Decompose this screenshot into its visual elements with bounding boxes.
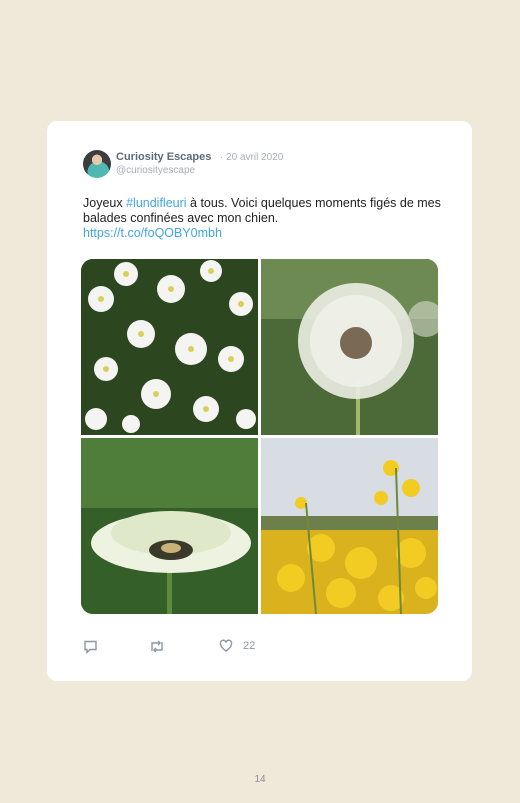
- tweet-link[interactable]: https://t.co/foQOBY0mbh: [83, 226, 222, 240]
- retweet-button[interactable]: [149, 636, 165, 656]
- dandelion-seedhead-image: [261, 259, 438, 435]
- tweet-actions: 22: [83, 636, 383, 656]
- reply-button[interactable]: [83, 636, 98, 656]
- avatar[interactable]: [83, 150, 111, 178]
- white-dandelion-image: [81, 438, 258, 614]
- photo-grid: [81, 259, 438, 614]
- like-button[interactable]: 22: [219, 636, 255, 656]
- photo-dandelion-seedhead[interactable]: [261, 259, 438, 435]
- hashtag-link[interactable]: #lundifleuri: [126, 196, 186, 210]
- white-flowers-image: [81, 259, 258, 435]
- author-handle[interactable]: @curiosityescape: [116, 165, 195, 176]
- photo-rapeseed-field[interactable]: [261, 438, 438, 614]
- author-name[interactable]: Curiosity Escapes: [116, 151, 211, 163]
- tweet-card: Curiosity Escapes · 20 avril 2020 @curio…: [47, 121, 472, 681]
- post-date[interactable]: · 20 avril 2020: [220, 152, 283, 163]
- photo-white-flowers[interactable]: [81, 259, 258, 435]
- photo-white-dandelion[interactable]: [81, 438, 258, 614]
- tweet-text: Joyeux #lundifleuri à tous. Voici quelqu…: [83, 196, 443, 241]
- text-before: Joyeux: [83, 196, 127, 210]
- rapeseed-field-image: [261, 438, 438, 614]
- reply-icon: [84, 640, 97, 654]
- page-number: 14: [254, 774, 266, 785]
- retweet-icon: [151, 640, 163, 652]
- like-count: 22: [243, 640, 256, 652]
- heart-icon: [219, 639, 233, 652]
